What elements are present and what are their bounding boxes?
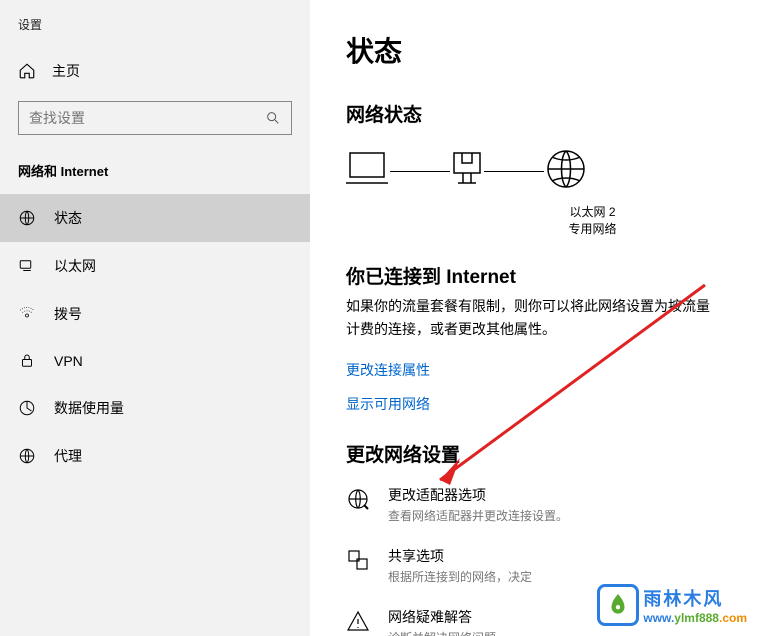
router-icon: [450, 149, 484, 194]
home-icon: [18, 62, 36, 80]
settings-title: 设置: [0, 0, 310, 51]
laptop-icon: [344, 149, 390, 194]
connected-desc: 如果你的流量套餐有限制，则你可以将此网络设置为按流量计费的连接，或者更改其他属性…: [346, 295, 721, 343]
connected-heading: 你已连接到 Internet: [346, 262, 721, 289]
network-diagram: [344, 147, 721, 196]
adapter-options-item[interactable]: 更改适配器选项 查看网络适配器并更改连接设置。: [346, 485, 721, 524]
change-connection-properties-link[interactable]: 更改连接属性: [346, 360, 721, 380]
nav-label-status: 状态: [54, 208, 82, 228]
nav-label-proxy: 代理: [54, 446, 82, 466]
nav-label-dialup: 拨号: [54, 304, 82, 324]
sharing-title: 共享选项: [388, 546, 721, 566]
show-available-networks-link[interactable]: 显示可用网络: [346, 394, 721, 414]
ethernet-label: 以太网 2: [464, 204, 721, 221]
vpn-icon: [18, 352, 36, 370]
nav-item-dialup[interactable]: 拨号: [0, 290, 310, 338]
sharing-options-item[interactable]: 共享选项 根据所连接到的网络，决定: [346, 546, 721, 585]
diagram-line: [390, 171, 450, 172]
data-usage-icon: [18, 399, 36, 417]
nav-label-datausage: 数据使用量: [54, 398, 124, 418]
adapter-options-desc: 查看网络适配器并更改连接设置。: [388, 507, 721, 524]
watermark-text: 雨林木风 www.ylmf888.com: [643, 585, 747, 625]
network-status-heading: 网络状态: [346, 100, 721, 127]
diagram-labels: 以太网 2 专用网络: [464, 204, 721, 238]
globe-status-icon: [18, 209, 36, 227]
nav-item-proxy[interactable]: 代理: [0, 432, 310, 480]
search-icon: [265, 110, 281, 126]
nav-item-datausage[interactable]: 数据使用量: [0, 384, 310, 432]
ethernet-icon: [18, 257, 36, 275]
troubleshoot-desc: 诊断并解决网络问题。: [388, 629, 721, 636]
nav-item-vpn[interactable]: VPN: [0, 338, 310, 384]
main-content: 状态 网络状态 以太网 2 专用网络 你已连接到 Internet 如果你的流量…: [310, 0, 757, 636]
search-input[interactable]: [29, 110, 265, 126]
watermark-url: www.ylmf888.com: [643, 611, 747, 625]
sharing-desc: 根据所连接到的网络，决定: [388, 568, 721, 585]
nav-label-ethernet: 以太网: [54, 256, 96, 276]
section-label: 网络和 Internet: [0, 145, 310, 194]
dialup-icon: [18, 305, 36, 323]
watermark-title: 雨林木风: [643, 585, 747, 611]
adapter-options-text: 更改适配器选项 查看网络适配器并更改连接设置。: [388, 485, 721, 524]
private-network-label: 专用网络: [464, 221, 721, 238]
sidebar: 设置 主页 网络和 Internet 状态 以太网 拨号 VP: [0, 0, 310, 636]
nav-label-vpn: VPN: [54, 353, 83, 369]
troubleshoot-icon: [346, 609, 370, 633]
sharing-text: 共享选项 根据所连接到的网络，决定: [388, 546, 721, 585]
nav-item-ethernet[interactable]: 以太网: [0, 242, 310, 290]
watermark-logo-icon: [597, 584, 639, 626]
watermark: 雨林木风 www.ylmf888.com: [597, 584, 747, 626]
diagram-line: [484, 171, 544, 172]
proxy-icon: [18, 447, 36, 465]
nav-item-status[interactable]: 状态: [0, 194, 310, 242]
change-settings-heading: 更改网络设置: [346, 440, 721, 467]
home-button[interactable]: 主页: [0, 51, 310, 91]
search-box[interactable]: [18, 101, 292, 135]
sharing-icon: [346, 548, 370, 572]
adapter-options-icon: [346, 487, 370, 511]
home-label: 主页: [52, 61, 80, 81]
adapter-options-title: 更改适配器选项: [388, 485, 721, 505]
globe-icon: [544, 147, 588, 196]
page-title: 状态: [346, 30, 721, 70]
